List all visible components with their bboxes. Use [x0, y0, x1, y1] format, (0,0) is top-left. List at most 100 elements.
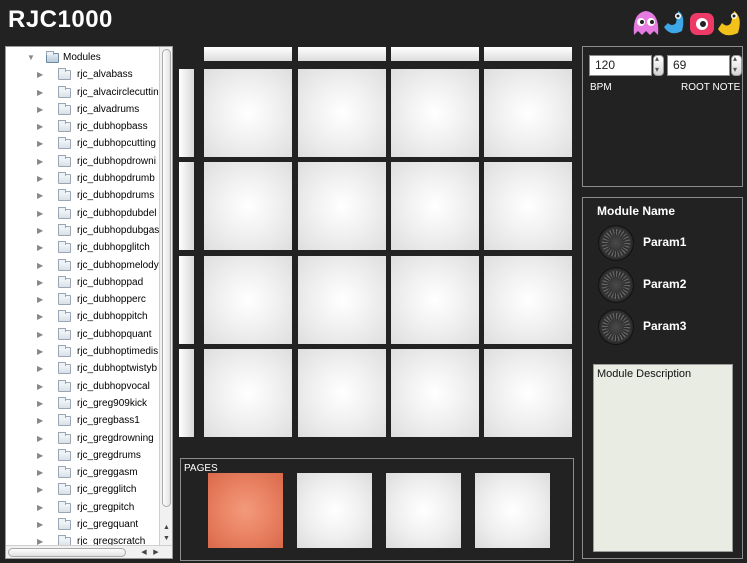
tree-horizontal-scroll-thumb[interactable]	[8, 548, 126, 557]
column-select-button[interactable]	[484, 47, 572, 61]
disclosure-triangle-right-icon[interactable]: ▶	[37, 430, 43, 447]
tree-horizontal-scrollbar[interactable]: ◀ ▶	[6, 545, 172, 558]
tree-item[interactable]: ▶ rjc_gregquant	[6, 516, 160, 533]
pad-button[interactable]	[204, 349, 292, 437]
pad-button[interactable]	[298, 69, 386, 157]
disclosure-triangle-right-icon[interactable]: ▶	[37, 360, 43, 377]
tree-item[interactable]: ▶ rjc_dubhopmelody	[6, 257, 160, 274]
tree-item[interactable]: ▶ rjc_gregdrowning	[6, 430, 160, 447]
disclosure-triangle-right-icon[interactable]: ▶	[37, 239, 43, 256]
tree-item[interactable]: ▶ rjc_greggasm	[6, 464, 160, 481]
row-select-button[interactable]	[179, 162, 194, 250]
scroll-up-arrow-icon[interactable]: ▲	[160, 523, 172, 533]
tree-item[interactable]: ▶ rjc_dubhopdubgas	[6, 222, 160, 239]
bpm-field[interactable]: 120	[589, 55, 652, 76]
param2-knob[interactable]	[598, 267, 634, 303]
pad-button[interactable]	[484, 349, 572, 437]
pad-button[interactable]	[204, 162, 292, 250]
tree-item[interactable]: ▶ rjc_dubhopvocal	[6, 378, 160, 395]
bpm-stepper[interactable]	[653, 54, 664, 76]
row-select-button[interactable]	[179, 349, 194, 437]
page-button[interactable]	[475, 473, 550, 548]
tree-item[interactable]: ▶ rjc_dubhopdrowni	[6, 153, 160, 170]
column-select-button[interactable]	[298, 47, 386, 61]
module-description-box[interactable]: Module Description	[593, 364, 733, 552]
tree-vertical-scroll-thumb[interactable]	[162, 49, 171, 507]
tree-item[interactable]: ▶ rjc_dubhopglitch	[6, 239, 160, 256]
pad-button[interactable]	[298, 349, 386, 437]
tree-item[interactable]: ▶ rjc_alvacirclecuttin	[6, 84, 160, 101]
tree-item[interactable]: ▶ rjc_alvabass	[6, 66, 160, 83]
disclosure-triangle-right-icon[interactable]: ▶	[37, 187, 43, 204]
pad-button[interactable]	[484, 256, 572, 344]
disclosure-triangle-right-icon[interactable]: ▶	[37, 118, 43, 135]
tree-item[interactable]: ▶ rjc_gregdrums	[6, 447, 160, 464]
disclosure-triangle-right-icon[interactable]: ▶	[37, 395, 43, 412]
tree-item[interactable]: ▶ rjc_dubhopdubdel	[6, 205, 160, 222]
disclosure-triangle-right-icon[interactable]: ▶	[37, 343, 43, 360]
tree-item[interactable]: ▶ rjc_dubhoptimedis	[6, 343, 160, 360]
param3-knob[interactable]	[598, 309, 634, 345]
tree-item[interactable]: ▶ rjc_alvadrums	[6, 101, 160, 118]
pad-button[interactable]	[298, 256, 386, 344]
pad-button[interactable]	[391, 256, 479, 344]
disclosure-triangle-right-icon[interactable]: ▶	[37, 326, 43, 343]
column-select-button[interactable]	[391, 47, 479, 61]
disclosure-triangle-right-icon[interactable]: ▶	[37, 257, 43, 274]
pad-button[interactable]	[391, 162, 479, 250]
pad-button[interactable]	[204, 69, 292, 157]
tree-item[interactable]: ▶ rjc_dubhoptwistyb	[6, 360, 160, 377]
module-tree[interactable]: ▼ Modules ▶ rjc_alvabass ▶ rjc_alvacirclecu…	[5, 46, 173, 559]
scroll-down-arrow-icon[interactable]: ▼	[160, 534, 172, 544]
pad-button[interactable]	[298, 162, 386, 250]
tree-root-modules[interactable]: ▼ Modules	[6, 49, 160, 66]
page-button[interactable]	[208, 473, 283, 548]
disclosure-triangle-right-icon[interactable]: ▶	[37, 222, 43, 239]
tree-item[interactable]: ▶ rjc_dubhopperc	[6, 291, 160, 308]
scroll-left-arrow-icon[interactable]: ◀	[139, 546, 149, 558]
scroll-right-arrow-icon[interactable]: ▶	[151, 546, 161, 558]
row-select-button[interactable]	[179, 256, 194, 344]
pad-button[interactable]	[391, 69, 479, 157]
disclosure-triangle-right-icon[interactable]: ▶	[37, 308, 43, 325]
disclosure-triangle-right-icon[interactable]: ▶	[37, 274, 43, 291]
pad-button[interactable]	[484, 162, 572, 250]
tree-vertical-scrollbar[interactable]: ▲ ▼	[159, 47, 172, 546]
root-note-field[interactable]: 69	[667, 55, 730, 76]
root-note-stepper[interactable]	[731, 54, 742, 76]
page-button[interactable]	[386, 473, 461, 548]
disclosure-triangle-right-icon[interactable]: ▶	[37, 170, 43, 187]
tree-item[interactable]: ▶ rjc_dubhopdrumb	[6, 170, 160, 187]
page-button[interactable]	[297, 473, 372, 548]
pad-button[interactable]	[484, 69, 572, 157]
disclosure-triangle-down-icon[interactable]: ▼	[27, 49, 35, 66]
disclosure-triangle-right-icon[interactable]: ▶	[37, 499, 43, 516]
tree-item[interactable]: ▶ rjc_dubhoppad	[6, 274, 160, 291]
disclosure-triangle-right-icon[interactable]: ▶	[37, 135, 43, 152]
param1-knob[interactable]	[598, 225, 634, 261]
row-select-button[interactable]	[179, 69, 194, 157]
disclosure-triangle-right-icon[interactable]: ▶	[37, 153, 43, 170]
disclosure-triangle-right-icon[interactable]: ▶	[37, 378, 43, 395]
tree-item[interactable]: ▶ rjc_greg909kick	[6, 395, 160, 412]
disclosure-triangle-right-icon[interactable]: ▶	[37, 84, 43, 101]
disclosure-triangle-right-icon[interactable]: ▶	[37, 516, 43, 533]
disclosure-triangle-right-icon[interactable]: ▶	[37, 481, 43, 498]
disclosure-triangle-right-icon[interactable]: ▶	[37, 205, 43, 222]
tree-item[interactable]: ▶ rjc_gregglitch	[6, 481, 160, 498]
tree-item[interactable]: ▶ rjc_dubhoppitch	[6, 308, 160, 325]
tree-item[interactable]: ▶ rjc_gregbass1	[6, 412, 160, 429]
tree-item[interactable]: ▶ rjc_dubhopdrums	[6, 187, 160, 204]
disclosure-triangle-right-icon[interactable]: ▶	[37, 412, 43, 429]
pad-button[interactable]	[204, 256, 292, 344]
disclosure-triangle-right-icon[interactable]: ▶	[37, 101, 43, 118]
disclosure-triangle-right-icon[interactable]: ▶	[37, 464, 43, 481]
pad-button[interactable]	[391, 349, 479, 437]
disclosure-triangle-right-icon[interactable]: ▶	[37, 66, 43, 83]
tree-item[interactable]: ▶ rjc_dubhopbass	[6, 118, 160, 135]
disclosure-triangle-right-icon[interactable]: ▶	[37, 291, 43, 308]
tree-item[interactable]: ▶ rjc_dubhopquant	[6, 326, 160, 343]
tree-item[interactable]: ▶ rjc_dubhopcutting	[6, 135, 160, 152]
column-select-button[interactable]	[204, 47, 292, 61]
disclosure-triangle-right-icon[interactable]: ▶	[37, 447, 43, 464]
